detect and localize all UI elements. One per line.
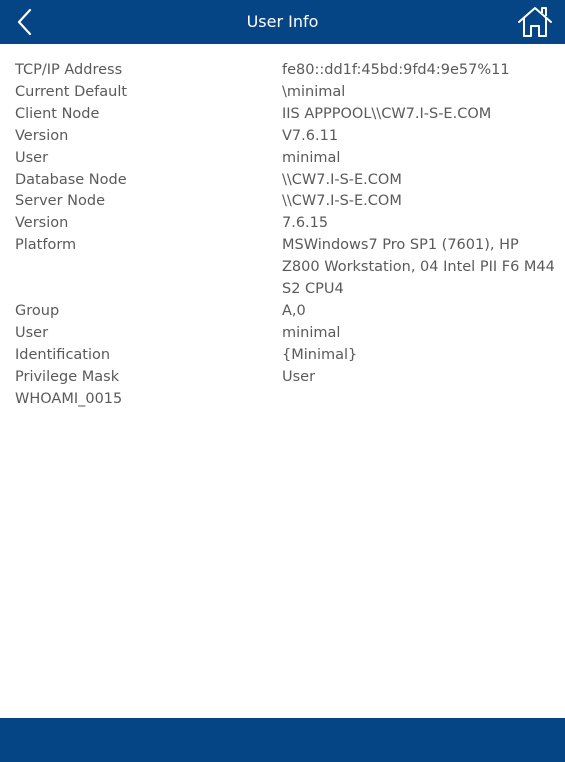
home-button[interactable]	[517, 5, 553, 39]
page-title: User Info	[246, 12, 319, 31]
info-label: Version	[15, 127, 69, 144]
home-icon	[518, 7, 552, 37]
info-label: Version	[15, 215, 69, 232]
info-row-group: Group A,0	[15, 301, 555, 323]
info-value: \\CW7.I-S-E.COM	[282, 171, 402, 188]
info-label: Server Node	[15, 193, 106, 210]
info-row-current-default: Current Default \minimal	[15, 82, 555, 104]
info-row-user: User minimal	[15, 148, 555, 170]
info-value: minimal	[282, 149, 341, 166]
info-value	[282, 389, 555, 411]
info-value: 7.6.15	[282, 215, 329, 232]
info-row-client-version: Version V7.6.11	[15, 126, 555, 148]
user-info-list: TCP/IP Address fe80::dd1f:45bd:9fd4:9e57…	[15, 60, 555, 411]
info-value: {Minimal}	[282, 346, 358, 363]
info-row-whoami: WHOAMI_0015	[15, 389, 555, 411]
info-row-platform: Platform MSWindows7 Pro SP1 (7601), HP Z…	[15, 235, 555, 301]
info-label: User	[15, 324, 49, 341]
info-value: User	[282, 368, 316, 385]
info-label: TCP/IP Address	[15, 62, 123, 78]
info-label: Identification	[15, 346, 111, 363]
info-label: WHOAMI_0015	[15, 390, 123, 407]
info-value: \\CW7.I-S-E.COM	[282, 193, 402, 210]
info-value: IIS APPPOOL\\CW7.I-S-E.COM	[282, 105, 492, 122]
header-bar: User Info	[0, 0, 565, 44]
info-label: Client Node	[15, 105, 100, 122]
info-label: Current Default	[15, 83, 128, 100]
info-label: Database Node	[15, 171, 127, 188]
info-row-privilege-mask: Privilege Mask User	[15, 367, 555, 389]
info-row-client-node: Client Node IIS APPPOOL\\CW7.I-S-E.COM	[15, 104, 555, 126]
info-value: \minimal	[282, 83, 346, 100]
info-row-server-version: Version 7.6.15	[15, 213, 555, 235]
info-value: A,0	[282, 302, 306, 319]
info-value: V7.6.11	[282, 127, 339, 144]
info-value: MSWindows7 Pro SP1 (7601), HP Z800 Works…	[282, 237, 555, 298]
info-value: fe80::dd1f:45bd:9fd4:9e57%11	[282, 62, 510, 78]
info-row-server-node: Server Node \\CW7.I-S-E.COM	[15, 191, 555, 213]
info-label: Group	[15, 302, 60, 319]
info-row-tcpip-address: TCP/IP Address fe80::dd1f:45bd:9fd4:9e57…	[15, 60, 555, 82]
info-label: Platform	[15, 237, 77, 254]
info-value: minimal	[282, 324, 341, 341]
info-label: Privilege Mask	[15, 368, 120, 385]
info-row-identification: Identification {Minimal}	[15, 345, 555, 367]
footer-bar	[0, 718, 565, 762]
info-row-database-node: Database Node \\CW7.I-S-E.COM	[15, 170, 555, 192]
info-label: User	[15, 149, 49, 166]
info-row-user-2: User minimal	[15, 323, 555, 345]
